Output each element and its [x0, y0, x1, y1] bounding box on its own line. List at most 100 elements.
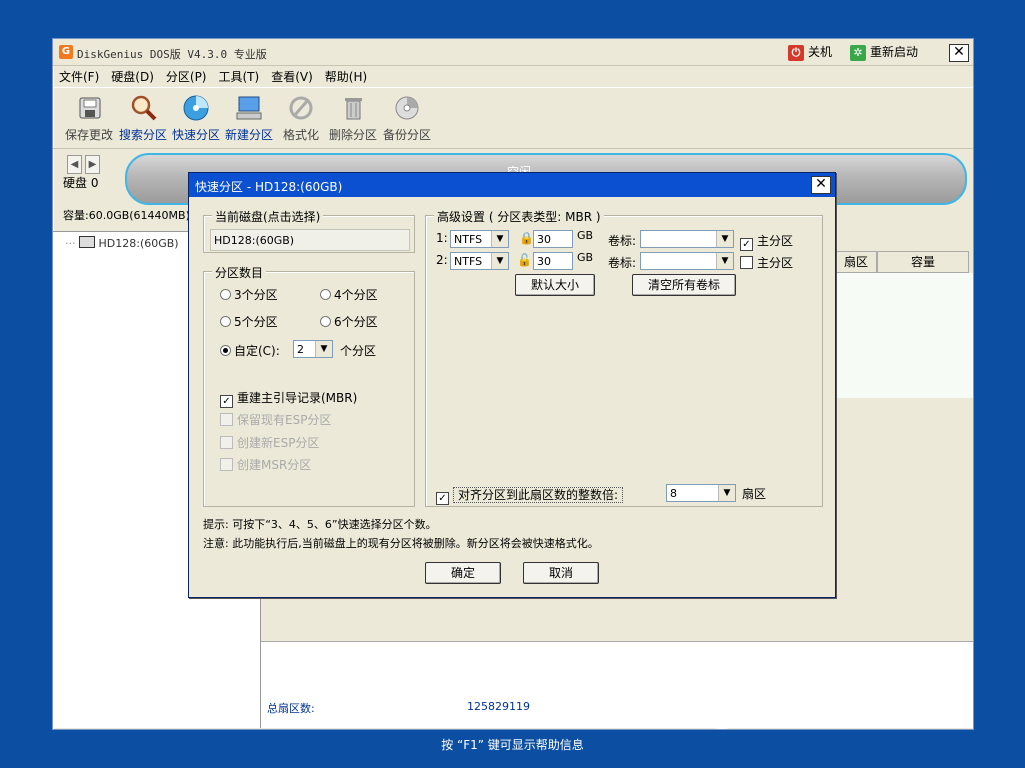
dropdown-arrow-icon: ▼	[491, 231, 508, 247]
row1-index: 1:	[436, 231, 448, 245]
checkbox-empty-icon	[220, 436, 233, 449]
default-size-button[interactable]: 默认大小	[515, 274, 595, 296]
advanced-settings-label: 高级设置 ( 分区表类型: MBR )	[434, 208, 604, 225]
app-logo-icon: G	[59, 45, 73, 59]
radio-5-partitions[interactable]: 5个分区	[220, 313, 278, 330]
dialog-tip: 提示: 可按下“3、4、5、6”快速选择分区个数。	[203, 518, 437, 531]
ok-button[interactable]: 确定	[425, 562, 501, 584]
checkbox-checked-icon: ✓	[220, 395, 233, 408]
align-partitions-checkbox[interactable]: ✓ 对齐分区到此扇区数的整数倍:	[436, 486, 624, 505]
toolbar-delete-partition-button[interactable]: 删除分区	[329, 94, 377, 143]
close-button[interactable]: ✕	[949, 44, 969, 62]
radio-3-partitions[interactable]: 3个分区	[220, 286, 278, 303]
menu-help[interactable]: 帮助(H)	[319, 66, 373, 87]
row2-primary-checkbox[interactable]: 主分区	[740, 254, 793, 271]
align-sectors-select[interactable]: 8 ▼	[666, 484, 736, 502]
tree-item-hd128[interactable]: ··· HD128:(60GB)	[65, 236, 179, 250]
column-header-capacity[interactable]: 容量	[877, 251, 969, 273]
custom-count-select[interactable]: 2 ▼	[293, 340, 333, 358]
row2-filesystem-select[interactable]: NTFS ▼	[450, 252, 509, 270]
row1-size-unit: GB	[577, 229, 594, 242]
unlock-icon[interactable]: 🔓	[517, 253, 532, 267]
row1-volume-select[interactable]: ▼	[640, 230, 734, 248]
restart-button[interactable]: ✲ 重新启动	[850, 43, 918, 61]
power-off-button[interactable]: ⏻ 关机	[788, 43, 832, 61]
magnifier-icon	[128, 94, 158, 122]
row2-volume-select[interactable]: ▼	[640, 252, 734, 270]
toolbar-search-partition-button[interactable]: 搜索分区	[119, 94, 167, 143]
power-icon: ⏻	[788, 44, 804, 61]
quick-partition-dialog: 快速分区 - HD128:(60GB) ✕ 当前磁盘(点击选择) HD128:(…	[188, 172, 836, 598]
chevron-left-icon: ◀	[70, 159, 79, 170]
radio-circle-icon	[220, 289, 231, 300]
total-sectors-label: 总扇区数:	[267, 702, 315, 715]
current-disk-group: 当前磁盘(点击选择) HD128:(60GB)	[203, 208, 415, 253]
total-sectors-value: 125829119	[467, 700, 530, 713]
partition-count-group: 分区数目 3个分区 4个分区 5个分区 6个分区 自定(C): 2 ▼ 个分区 ✓…	[203, 264, 415, 507]
row2-index: 2:	[436, 253, 448, 267]
toolbar-format-button[interactable]: 格式化	[283, 94, 319, 143]
row1-primary-checkbox[interactable]: ✓ 主分区	[740, 232, 793, 251]
dropdown-arrow-icon: ▼	[716, 253, 733, 269]
current-disk-group-label: 当前磁盘(点击选择)	[212, 208, 324, 225]
toolbar-save-button[interactable]: 保存更改	[65, 94, 113, 143]
close-icon: ✕	[815, 176, 827, 192]
column-header-sector[interactable]: 扇区	[835, 251, 877, 273]
create-esp-checkbox[interactable]: 创建新ESP分区	[220, 434, 319, 451]
checkbox-empty-icon	[220, 413, 233, 426]
radio-circle-icon	[220, 316, 231, 327]
menu-view[interactable]: 查看(V)	[265, 66, 319, 87]
toolbar-backup-partition-button[interactable]: 备份分区	[383, 94, 431, 143]
keep-esp-checkbox[interactable]: 保留现有ESP分区	[220, 411, 331, 428]
row2-size-unit: GB	[577, 251, 594, 264]
dialog-title: 快速分区 - HD128:(60GB)	[195, 180, 343, 194]
row2-size-input[interactable]: 30	[533, 252, 573, 270]
current-disk-select[interactable]: HD128:(60GB)	[210, 229, 410, 251]
advanced-settings-group: 高级设置 ( 分区表类型: MBR ) 1: NTFS ▼ 🔒 30 GB 卷标:…	[425, 208, 823, 507]
row1-filesystem-select[interactable]: NTFS ▼	[450, 230, 509, 248]
menu-partition[interactable]: 分区(P)	[160, 66, 213, 87]
restart-icon: ✲	[850, 44, 866, 61]
disk-capacity: 容量:60.0GB(61440MB)	[63, 209, 190, 222]
dialog-note: 注意: 此功能执行后,当前磁盘上的现有分区将被删除。新分区将会被快速格式化。	[203, 537, 599, 550]
row2-volume-label: 卷标:	[608, 256, 637, 270]
partition-count-group-label: 分区数目	[212, 264, 267, 281]
align-unit: 扇区	[742, 487, 767, 501]
lock-icon[interactable]: 🔒	[519, 231, 534, 245]
disk-label: 硬盘 0	[63, 176, 99, 190]
next-disk-button[interactable]: ▶	[85, 155, 100, 174]
toolbar-quick-partition-button[interactable]: 快速分区	[172, 94, 220, 143]
window-title: DiskGenius DOS版 V4.3.0 专业版	[77, 48, 267, 61]
no-symbol-icon	[286, 94, 316, 122]
watermark: sysceo	[669, 655, 926, 731]
save-icon	[74, 94, 104, 122]
row1-size-input[interactable]: 30	[533, 230, 573, 248]
radio-circle-icon	[320, 289, 331, 300]
rebuild-mbr-checkbox[interactable]: ✓ 重建主引导记录(MBR)	[220, 389, 357, 408]
menu-tools[interactable]: 工具(T)	[213, 66, 266, 87]
hard-disk-icon	[79, 236, 95, 248]
dialog-close-button[interactable]: ✕	[811, 176, 831, 194]
checkbox-empty-icon	[220, 458, 233, 471]
dropdown-arrow-icon: ▼	[718, 485, 735, 501]
menu-disk[interactable]: 硬盘(D)	[105, 66, 160, 87]
radio-4-partitions[interactable]: 4个分区	[320, 286, 378, 303]
title-bar: G DiskGenius DOS版 V4.3.0 专业版 ⏻ 关机 ✲ 重新启动 ✕	[53, 39, 973, 66]
cancel-button[interactable]: 取消	[523, 562, 599, 584]
menu-bar: 文件(F) 硬盘(D) 分区(P) 工具(T) 查看(V) 帮助(H)	[53, 66, 973, 86]
create-msr-checkbox[interactable]: 创建MSR分区	[220, 456, 311, 473]
prev-disk-button[interactable]: ◀	[67, 155, 82, 174]
checkbox-checked-icon: ✓	[436, 492, 449, 505]
trash-icon	[338, 94, 368, 122]
clear-all-labels-button[interactable]: 清空所有卷标	[632, 274, 736, 296]
toolbar-new-partition-button[interactable]: 新建分区	[225, 94, 273, 143]
checkbox-empty-icon	[740, 256, 753, 269]
radio-circle-icon	[320, 316, 331, 327]
dropdown-arrow-icon: ▼	[716, 231, 733, 247]
radio-6-partitions[interactable]: 6个分区	[320, 313, 378, 330]
dropdown-arrow-icon: ▼	[491, 253, 508, 269]
backup-disc-icon	[392, 94, 422, 122]
radio-custom[interactable]: 自定(C):	[220, 342, 280, 359]
dialog-title-bar: 快速分区 - HD128:(60GB) ✕	[189, 173, 835, 197]
menu-file[interactable]: 文件(F)	[53, 66, 105, 87]
